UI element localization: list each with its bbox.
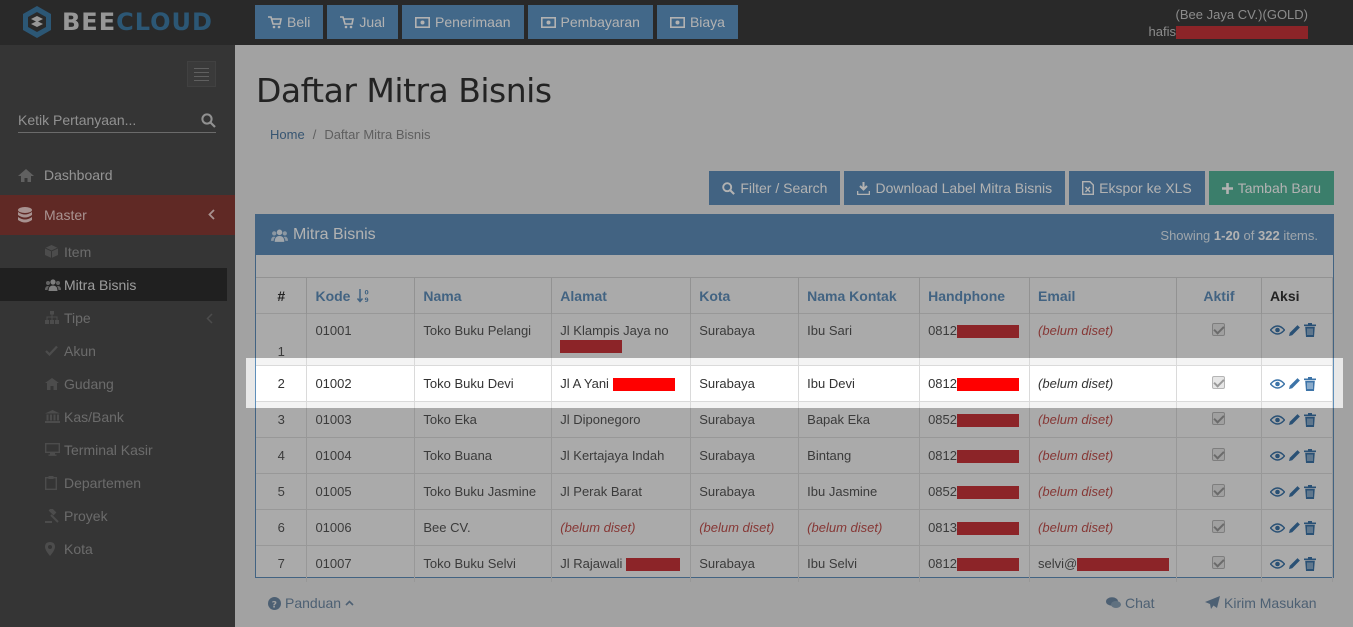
cell-email: (belum diset) bbox=[1029, 365, 1177, 402]
cell-nama: Toko Buku Devi bbox=[414, 365, 553, 402]
cell-number: 2 bbox=[256, 365, 308, 402]
cell-nama-kontak: Ibu Devi bbox=[798, 365, 921, 402]
trash-icon[interactable] bbox=[1303, 376, 1316, 391]
aktif-checkbox[interactable] bbox=[1212, 375, 1226, 389]
cell-kode: 01002 bbox=[306, 365, 416, 402]
pencil-icon[interactable] bbox=[1288, 377, 1301, 390]
redacted-block bbox=[612, 378, 675, 392]
focus-overlay-top bbox=[0, 0, 1353, 358]
cell-alamat: Jl A Yani bbox=[551, 365, 692, 402]
cell-handphone: 0812 bbox=[919, 365, 1031, 402]
table-row: 2 01002 Toko Buku Devi Jl A Yani Surabaya Ib… bbox=[256, 365, 1334, 402]
cell-aktif bbox=[1176, 365, 1262, 402]
cell-kota: Surabaya bbox=[690, 365, 800, 402]
focus-overlay-left bbox=[0, 358, 246, 408]
redacted-block bbox=[957, 378, 1019, 392]
focus-overlay-right bbox=[1343, 358, 1353, 408]
cell-aksi bbox=[1261, 365, 1334, 402]
eye-icon[interactable] bbox=[1269, 378, 1285, 389]
focus-overlay-bottom bbox=[0, 408, 1353, 627]
